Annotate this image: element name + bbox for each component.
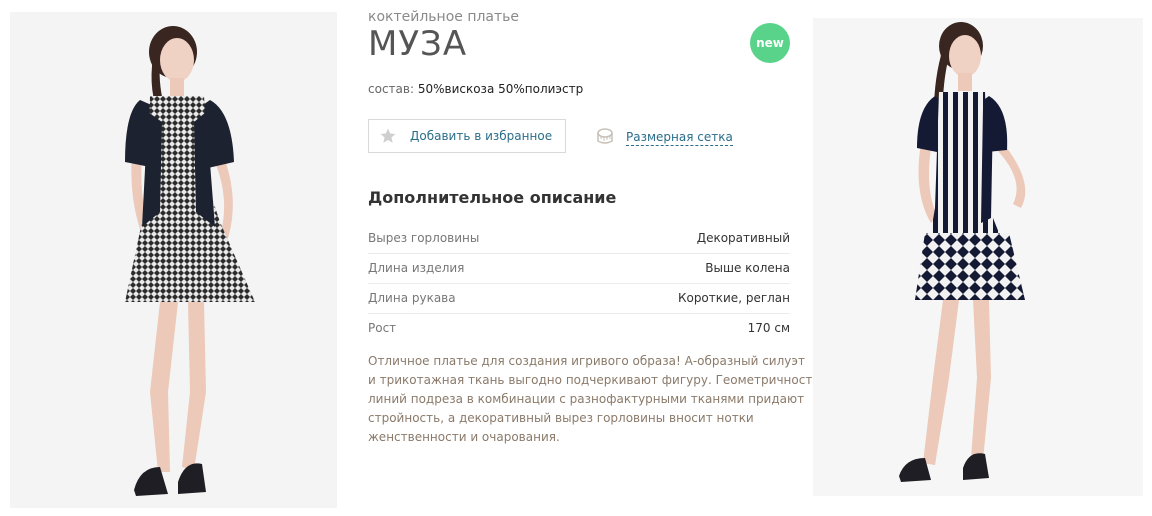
specs-table: Вырез горловины Декоративный Длина издел… [368,224,790,343]
composition-label: состав: [368,82,414,96]
spec-key: Длина рукава [368,291,456,305]
description-line: линий подреза в комбинации с разнофактур… [368,392,805,406]
spec-key: Длина изделия [368,261,465,275]
spec-value: Декоративный [696,231,790,245]
add-to-favorites-button[interactable]: Добавить в избранное [368,119,566,153]
spec-value: 170 см [747,321,790,335]
add-to-favorites-label: Добавить в избранное [410,129,553,143]
measuring-tape-icon [597,128,613,144]
model-right-illustration [899,22,1026,482]
spec-row: Длина рукава Короткие, реглан [368,284,790,314]
product-type-label: коктейльное платье [368,9,520,25]
section-title: Дополнительное описание [368,188,617,207]
description-line: и трикотажная ткань выгодно подчеркивают… [368,373,820,387]
new-badge: new [750,23,790,63]
product-title: МУЗА [368,24,468,64]
description-line: женственности и очарования. [368,430,560,444]
product-description: Отличное платье для создания игривого об… [368,352,820,447]
product-photo-left[interactable] [10,12,337,508]
spec-key: Вырез горловины [368,231,480,245]
spec-row: Рост 170 см [368,314,790,343]
spec-row: Длина изделия Выше колена [368,254,790,284]
product-photo-right[interactable] [813,18,1143,496]
composition-value: 50%вискоза 50%полиэстр [417,82,584,96]
spec-key: Рост [368,321,397,335]
size-chart-label: Размерная сетка [626,130,733,146]
description-line: стройность, а декоративный вырез горлови… [368,411,754,425]
composition: состав: 50%вискоза 50%полиэстр [368,82,583,96]
spec-value: Выше колена [705,261,790,275]
model-left-illustration [125,26,255,496]
description-line: Отличное платье для создания игривого об… [368,354,805,368]
spec-value: Короткие, реглан [677,291,790,305]
star-icon [380,128,396,143]
spec-row: Вырез горловины Декоративный [368,224,790,254]
